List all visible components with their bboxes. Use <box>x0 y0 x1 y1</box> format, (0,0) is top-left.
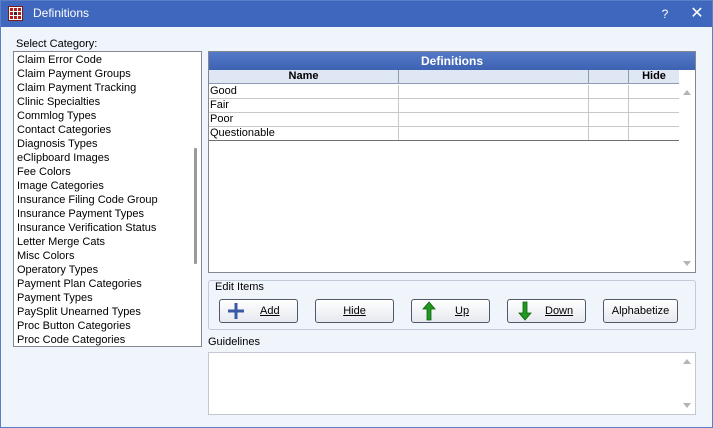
category-scroll-thumb[interactable] <box>194 148 197 264</box>
table-cell-c3 <box>589 113 629 127</box>
grid-rows-bottom-line <box>209 140 679 141</box>
table-cell-c2 <box>399 99 589 113</box>
table-cell-hide <box>629 99 679 113</box>
guidelines-textbox[interactable] <box>208 352 696 415</box>
add-button-label: Add <box>260 305 280 317</box>
table-cell-c3 <box>589 99 629 113</box>
up-button[interactable]: Up <box>411 299 490 323</box>
table-cell-hide <box>629 85 679 99</box>
category-item[interactable]: Commlog Types <box>14 109 190 123</box>
category-item[interactable]: Payment Types <box>14 291 190 305</box>
help-button[interactable]: ? <box>653 4 677 24</box>
table-row[interactable]: Fair <box>209 99 679 113</box>
table-row[interactable]: Questionable <box>209 127 679 141</box>
category-item[interactable]: Proc Button Categories <box>14 319 190 333</box>
category-item[interactable]: Letter Merge Cats <box>14 235 190 249</box>
category-items: Claim Error Code Claim Payment Groups Clai… <box>14 53 190 346</box>
green-up-arrow-icon <box>422 301 436 321</box>
category-item[interactable]: Proc Code Categories <box>14 333 190 346</box>
category-item[interactable]: Insurance Verification Status <box>14 221 190 235</box>
guidelines-scrollbar[interactable] <box>679 353 695 414</box>
app-grid-icon <box>8 6 23 21</box>
column-header-3[interactable] <box>589 70 629 84</box>
window-title: Definitions <box>33 6 90 20</box>
table-row[interactable]: Good <box>209 85 679 99</box>
title-bar: Definitions ? ✕ <box>1 1 712 27</box>
down-button-label: Down <box>545 305 574 317</box>
alphabetize-button[interactable]: Alphabetize <box>603 299 678 323</box>
alphabetize-button-label: Alphabetize <box>611 305 670 317</box>
table-cell-c3 <box>589 127 629 141</box>
select-category-label: Select Category: <box>16 38 98 50</box>
down-button[interactable]: Down <box>507 299 586 323</box>
green-down-arrow-icon <box>518 301 532 321</box>
scroll-up-arrow-icon[interactable] <box>683 90 691 95</box>
grid-header: Name Hide <box>209 70 679 84</box>
category-item[interactable]: Fee Colors <box>14 165 190 179</box>
table-cell-c2 <box>399 113 589 127</box>
table-cell-name: Fair <box>209 99 399 113</box>
grid-scrollbar[interactable] <box>679 84 695 272</box>
guidelines-scroll-up-arrow-icon[interactable] <box>683 359 691 364</box>
up-button-label: Up <box>455 305 470 317</box>
table-cell-name: Good <box>209 85 399 99</box>
category-item[interactable]: Contact Categories <box>14 123 190 137</box>
category-item[interactable]: Insurance Payment Types <box>14 207 190 221</box>
table-cell-hide <box>629 113 679 127</box>
hide-button-label: Hide <box>343 305 366 317</box>
column-header-hide[interactable]: Hide <box>629 70 679 84</box>
close-button[interactable]: ✕ <box>685 4 709 24</box>
category-list[interactable]: Claim Error Code Claim Payment Groups Clai… <box>13 51 202 347</box>
definitions-window: Definitions ? ✕ Select Category: Claim E… <box>0 0 713 428</box>
category-item[interactable]: Payment Plan Categories <box>14 277 190 291</box>
category-item[interactable]: Clinic Specialties <box>14 95 190 109</box>
table-cell-name: Questionable <box>209 127 399 141</box>
table-row[interactable]: Poor <box>209 113 679 127</box>
table-cell-name: Poor <box>209 113 399 127</box>
scroll-down-arrow-icon[interactable] <box>683 261 691 266</box>
category-item[interactable]: Image Categories <box>14 179 190 193</box>
grid-title: Definitions <box>209 52 695 70</box>
category-scrollbar[interactable] <box>189 52 201 346</box>
guidelines-scroll-down-arrow-icon[interactable] <box>683 403 691 408</box>
category-item[interactable]: Claim Payment Tracking <box>14 81 190 95</box>
category-item[interactable]: Operatory Types <box>14 263 190 277</box>
category-item[interactable]: Claim Payment Groups <box>14 67 190 81</box>
edit-items-label: Edit Items <box>215 281 264 293</box>
column-header-name[interactable]: Name <box>209 70 399 84</box>
category-item[interactable]: Claim Error Code <box>14 53 190 67</box>
column-header-2[interactable] <box>399 70 589 84</box>
guidelines-label: Guidelines <box>208 336 260 348</box>
category-item[interactable]: eClipboard Images <box>14 151 190 165</box>
category-item[interactable]: PaySplit Unearned Types <box>14 305 190 319</box>
add-button[interactable]: Add <box>219 299 298 323</box>
category-item[interactable]: Diagnosis Types <box>14 137 190 151</box>
category-item[interactable]: Misc Colors <box>14 249 190 263</box>
table-cell-c2 <box>399 85 589 99</box>
hide-button[interactable]: Hide <box>315 299 394 323</box>
category-item[interactable]: Insurance Filing Code Group <box>14 193 190 207</box>
table-cell-c3 <box>589 85 629 99</box>
plus-icon <box>228 303 244 319</box>
definitions-grid[interactable]: Definitions Name Hide Good Fair Poor Questi… <box>208 51 696 273</box>
table-cell-hide <box>629 127 679 141</box>
table-cell-c2 <box>399 127 589 141</box>
